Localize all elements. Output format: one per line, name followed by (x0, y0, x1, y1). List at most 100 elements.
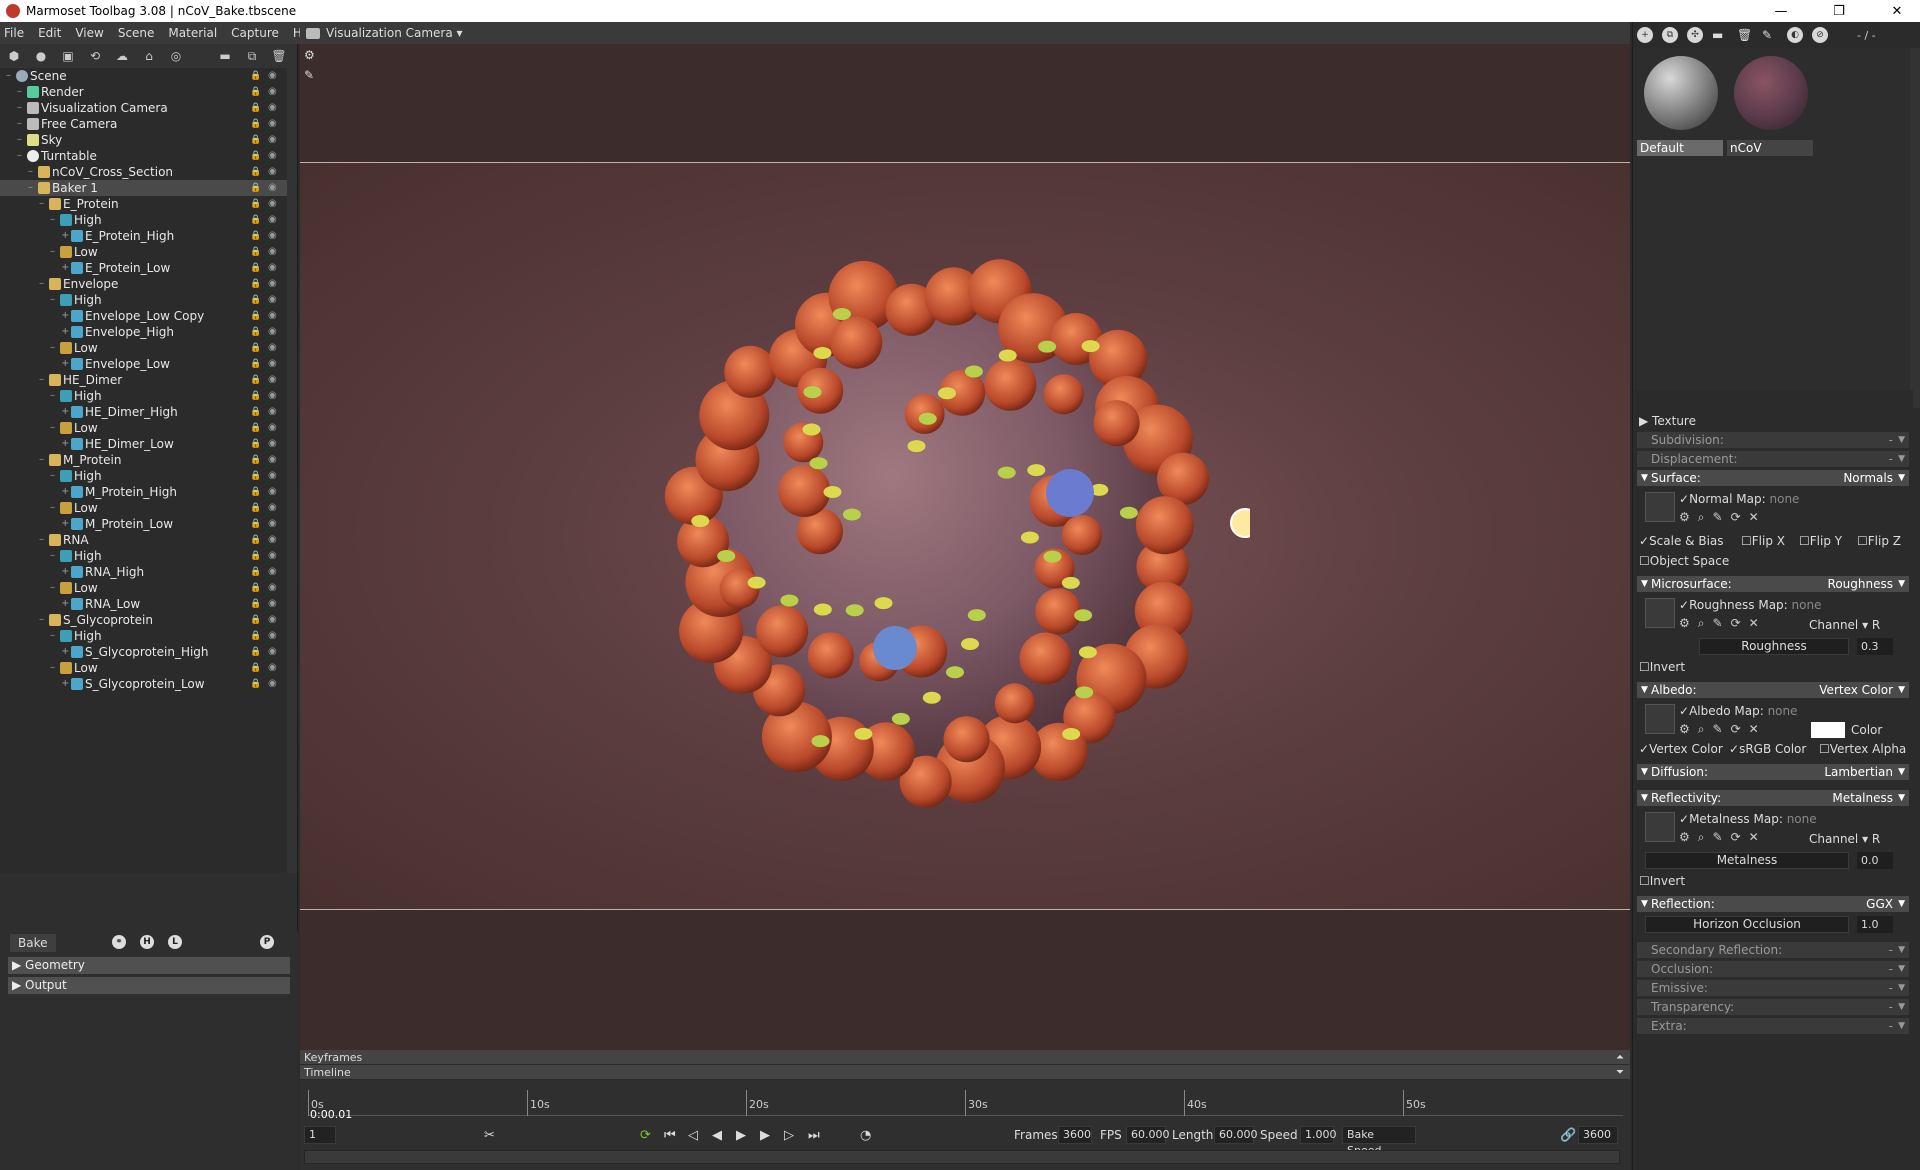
lock-icon[interactable]: 🔒 (250, 231, 261, 241)
expand-toggle-icon[interactable]: – (17, 132, 22, 148)
visibility-eye-icon[interactable]: ◉ (268, 247, 280, 257)
menu-scene[interactable]: Scene (118, 26, 155, 40)
bake-preview-button[interactable]: P (260, 935, 274, 949)
visibility-eye-icon[interactable]: ◉ (268, 151, 280, 161)
gear-icon[interactable]: ⚙ (1679, 616, 1690, 631)
end-frame-field[interactable]: 3600 (1578, 1126, 1618, 1144)
visibility-eye-icon[interactable]: ◉ (268, 583, 280, 593)
visibility-eye-icon[interactable]: ◉ (268, 391, 280, 401)
tree-item[interactable]: + M_Protein_Low 🔒 ◉ (0, 516, 290, 532)
expand-toggle-icon[interactable]: – (6, 68, 11, 84)
add-turntable-icon[interactable]: ⟲ (87, 49, 103, 63)
visibility-eye-icon[interactable]: ◉ (268, 375, 280, 385)
visibility-eye-icon[interactable]: ◉ (268, 679, 280, 689)
reload-icon[interactable]: ⟳ (1731, 616, 1741, 631)
visibility-eye-icon[interactable]: ◉ (268, 599, 280, 609)
surface-row[interactable]: ▼ Surface: Normals ▼ (1637, 470, 1909, 486)
search-icon[interactable]: ⌕ (1698, 722, 1705, 737)
lock-icon[interactable]: 🔒 (250, 199, 261, 209)
expand-toggle-icon[interactable]: – (50, 628, 55, 644)
tree-item[interactable]: + RNA_High 🔒 ◉ (0, 564, 290, 580)
clear-icon[interactable]: ✕ (1749, 616, 1759, 631)
collapse-down-icon[interactable]: ⏷ (1616, 1065, 1624, 1080)
visibility-eye-icon[interactable]: ◉ (268, 503, 280, 513)
reload-icon[interactable]: ⟳ (1731, 722, 1741, 737)
normal-map-row[interactable]: ✓Normal Map: none (1679, 492, 1799, 506)
vertex-alpha-checkbox[interactable]: ☐Vertex Alpha (1819, 742, 1906, 756)
visibility-eye-icon[interactable]: ◉ (268, 567, 280, 577)
expand-toggle-icon[interactable]: – (39, 612, 44, 628)
flip-z-checkbox[interactable]: ☐Flip Z (1857, 534, 1901, 548)
expand-toggle-icon[interactable]: – (50, 660, 55, 676)
metalness-invert-checkbox[interactable]: ☐Invert (1639, 874, 1685, 888)
menu-capture[interactable]: Capture (231, 26, 279, 40)
roughness-map-swatch[interactable] (1645, 598, 1675, 628)
expand-toggle-icon[interactable]: + (61, 404, 69, 420)
expand-toggle-icon[interactable]: + (61, 484, 69, 500)
bake-speed-button[interactable]: Bake Speed (1342, 1126, 1416, 1157)
tree-item[interactable]: – High 🔒 ◉ (0, 628, 290, 644)
lock-icon[interactable]: 🔒 (250, 375, 261, 385)
first-frame-icon[interactable]: ⏮ (664, 1128, 676, 1143)
material-sphere-icon[interactable]: ◐ (1787, 27, 1803, 43)
folder-icon[interactable]: ▬ (217, 49, 233, 63)
expand-toggle-icon[interactable]: + (61, 308, 69, 324)
bake-link-icon[interactable]: ⚭ (112, 935, 126, 949)
visibility-eye-icon[interactable]: ◉ (268, 407, 280, 417)
roughness-invert-checkbox[interactable]: ☐Invert (1639, 660, 1685, 674)
lock-icon[interactable]: 🔒 (250, 423, 261, 433)
visibility-eye-icon[interactable]: ◉ (268, 263, 280, 273)
gear-icon[interactable]: ⚙ (1679, 830, 1690, 845)
expand-toggle-icon[interactable]: – (17, 148, 22, 164)
albedo-row[interactable]: ▼ Albedo: Vertex Color ▼ (1637, 682, 1909, 698)
tree-item[interactable]: – High 🔒 ◉ (0, 468, 290, 484)
viewport-pick-icon[interactable]: ✎ (304, 68, 314, 82)
lock-icon[interactable]: 🔒 (250, 519, 261, 529)
tree-item[interactable]: – Low 🔒 ◉ (0, 580, 290, 596)
link-icon[interactable]: 🔗 (1560, 1128, 1576, 1143)
expand-toggle-icon[interactable]: – (50, 340, 55, 356)
loop-icon[interactable]: ⟳ (640, 1128, 651, 1143)
tree-item[interactable]: – Visualization Camera 🔒 ◉ (0, 100, 290, 116)
frames-field[interactable]: 3600 (1058, 1126, 1092, 1144)
expand-toggle-icon[interactable]: – (17, 116, 22, 132)
material-settings-icon[interactable]: ⊘ (1812, 27, 1828, 43)
flip-y-checkbox[interactable]: ☐Flip Y (1799, 534, 1842, 548)
expand-toggle-icon[interactable]: – (50, 212, 55, 228)
roughness-slider[interactable]: Roughness (1699, 638, 1849, 655)
lock-icon[interactable]: 🔒 (250, 631, 261, 641)
prev-frame-icon[interactable]: ◀ (712, 1128, 722, 1143)
expand-toggle-icon[interactable]: + (61, 516, 69, 532)
lock-icon[interactable]: 🔒 (250, 663, 261, 673)
tree-item[interactable]: – RNA 🔒 ◉ (0, 532, 290, 548)
visibility-eye-icon[interactable]: ◉ (268, 615, 280, 625)
occlusion-row[interactable]: Occlusion: - ▼ (1637, 961, 1909, 977)
material-ncov[interactable]: nCoV (1727, 52, 1815, 156)
gear-icon[interactable]: ⚙ (1679, 722, 1690, 737)
roughness-channel-select[interactable]: Channel ▾ R (1809, 618, 1880, 632)
roughness-value[interactable]: 0.3 (1857, 638, 1893, 655)
tree-item[interactable]: + E_Protein_High 🔒 ◉ (0, 228, 290, 244)
viewport[interactable]: ⚙ ✎ (300, 44, 1630, 1050)
visibility-eye-icon[interactable]: ◉ (268, 119, 280, 129)
search-icon[interactable]: ⌕ (1698, 830, 1705, 845)
expand-toggle-icon[interactable]: – (39, 372, 44, 388)
tree-item[interactable]: – Baker 1 🔒 ◉ (0, 180, 290, 196)
tree-item[interactable]: – Sky 🔒 ◉ (0, 132, 290, 148)
bake-section-geometry[interactable]: ▶ Geometry (8, 957, 290, 974)
last-frame-icon[interactable]: ⏭ (808, 1128, 820, 1143)
expand-toggle-icon[interactable]: – (50, 388, 55, 404)
bake-low-button[interactable]: L (168, 935, 182, 949)
expand-toggle-icon[interactable]: + (61, 356, 69, 372)
visibility-eye-icon[interactable]: ◉ (268, 487, 280, 497)
visibility-eye-icon[interactable]: ◉ (268, 647, 280, 657)
visibility-eye-icon[interactable]: ◉ (268, 663, 280, 673)
tree-item[interactable]: + E_Protein_Low 🔒 ◉ (0, 260, 290, 276)
tree-item[interactable]: + Envelope_Low 🔒 ◉ (0, 356, 290, 372)
search-icon[interactable]: ⌕ (1698, 616, 1705, 631)
expand-toggle-icon[interactable]: – (50, 548, 55, 564)
visibility-eye-icon[interactable]: ◉ (268, 231, 280, 241)
next-key-icon[interactable]: ▷ (784, 1128, 794, 1143)
tree-item[interactable]: – Turntable 🔒 ◉ (0, 148, 290, 164)
expand-toggle-icon[interactable]: – (50, 420, 55, 436)
